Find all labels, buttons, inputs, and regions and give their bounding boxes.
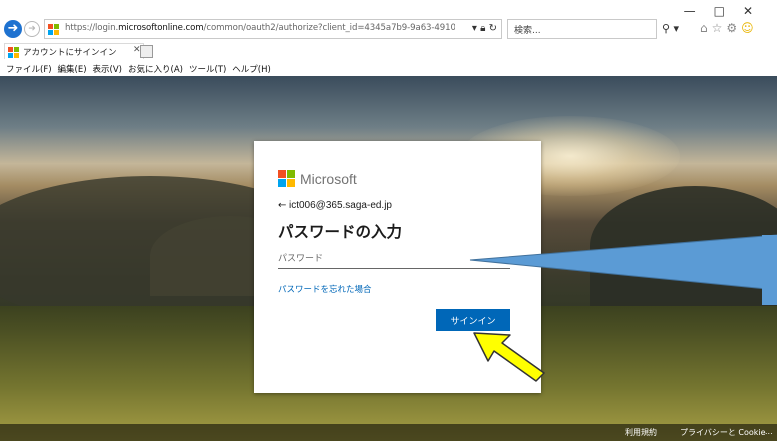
hill-shape — [590, 186, 777, 306]
menu-favorites[interactable]: お気に入り(A) — [128, 63, 183, 75]
back-button[interactable]: ➜ — [4, 20, 22, 38]
new-tab-button[interactable] — [140, 45, 153, 58]
brand-name: Microsoft — [300, 171, 357, 187]
favorites-star-icon[interactable]: ☆ — [712, 21, 727, 35]
search-placeholder: 検索... — [514, 26, 541, 36]
page-footer: 利用規約 プライバシーと Cookie ... — [0, 424, 777, 441]
smiley-icon[interactable]: ☺ — [741, 21, 758, 35]
microsoft-logo-icon — [278, 170, 295, 187]
url-text: https://login.microsoftonline.com/common… — [65, 23, 455, 33]
forgot-password-link[interactable]: パスワードを忘れた場合 — [278, 283, 372, 295]
menu-file[interactable]: ファイル(F) — [6, 63, 52, 75]
signin-card: Microsoft ← ict006@365.saga-ed.jp パスワードの… — [254, 141, 541, 393]
forward-button[interactable]: ➜ — [24, 21, 40, 37]
site-favicon-icon — [48, 24, 59, 35]
maximize-button[interactable]: □ — [714, 4, 743, 18]
signin-button[interactable]: サインイン — [436, 309, 510, 331]
search-input[interactable]: 検索... — [507, 19, 657, 39]
window-controls: —□✕ — [684, 4, 771, 18]
menu-view[interactable]: 表示(V) — [93, 63, 122, 75]
refresh-icon[interactable]: ↻ — [489, 23, 497, 34]
browser-tab[interactable]: アカウントにサインイン ✕ — [4, 43, 144, 59]
menu-tools[interactable]: ツール(T) — [189, 63, 226, 75]
home-icon[interactable]: ⌂ — [700, 21, 712, 35]
back-arrow-icon: ➜ — [7, 21, 19, 36]
tab-title: アカウントにサインイン — [23, 48, 117, 58]
lock-icon[interactable]: 🔒︎ — [480, 23, 485, 34]
more-options-icon[interactable]: ... — [765, 427, 773, 436]
close-window-button[interactable]: ✕ — [743, 4, 771, 18]
search-icon[interactable]: ⚲ ▾ — [662, 22, 679, 35]
forward-arrow-icon: ➜ — [28, 24, 36, 34]
menu-help[interactable]: ヘルプ(H) — [232, 63, 271, 75]
back-arrow-icon[interactable]: ← — [278, 200, 286, 211]
password-field[interactable] — [278, 250, 510, 269]
menu-edit[interactable]: 編集(E) — [58, 63, 87, 75]
minimize-button[interactable]: — — [684, 4, 714, 18]
menu-bar: ファイル(F) 編集(E) 表示(V) お気に入り(A) ツール(T) ヘルプ(H) — [0, 61, 777, 76]
address-bar[interactable]: https://login.microsoftonline.com/common… — [44, 19, 502, 39]
terms-link[interactable]: 利用規約 — [625, 427, 657, 438]
tab-favicon-icon — [8, 47, 19, 58]
privacy-link[interactable]: プライバシーと Cookie — [680, 427, 766, 438]
toolbar-icons: ⌂☆⚙☺ — [700, 21, 758, 35]
address-bar-icons: ▾ 🔒︎ ↻ — [472, 23, 497, 34]
account-identity[interactable]: ict006@365.saga-ed.jp — [289, 200, 392, 211]
dropdown-icon[interactable]: ▾ — [472, 23, 477, 34]
browser-chrome: —□✕ ➜ ➜ https://login.microsoftonline.co… — [0, 0, 777, 61]
settings-gear-icon[interactable]: ⚙ — [726, 21, 741, 35]
page-title: パスワードの入力 — [278, 223, 403, 241]
